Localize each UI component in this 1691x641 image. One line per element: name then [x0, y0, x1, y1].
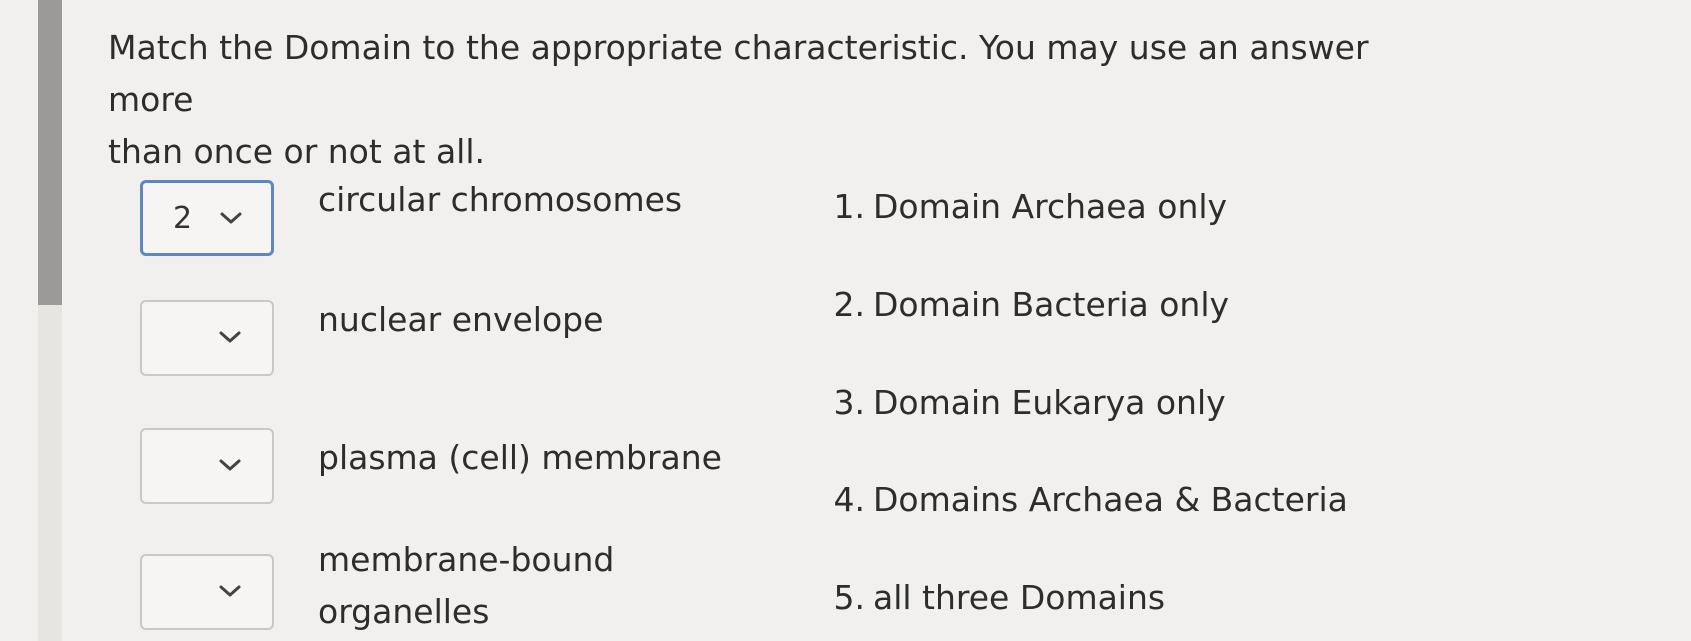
chevron-down-icon — [219, 459, 241, 471]
question-text: Match the Domain to the appropriate char… — [108, 22, 1428, 178]
answer-dropdown-3[interactable] — [140, 428, 274, 504]
answer-item-2: 2. Domain Bacteria only — [805, 283, 1230, 327]
answer-dropdown-2[interactable] — [140, 300, 274, 376]
scrollbar-thumb[interactable] — [38, 0, 62, 305]
answer-item-1: 1. Domain Archaea only — [805, 185, 1228, 229]
answer-item-4: 4. Domains Archaea & Bacteria — [805, 478, 1348, 522]
chevron-down-icon — [220, 212, 242, 224]
answer-text: Domain Archaea only — [873, 187, 1228, 226]
match-label-line-2: organelles — [318, 592, 490, 631]
chevron-down-icon — [219, 331, 241, 343]
answer-number: 5. — [833, 578, 866, 617]
question-line-2: than once or not at all. — [108, 132, 486, 171]
answer-item-3: 3. Domain Eukarya only — [805, 381, 1226, 425]
match-label: circular chromosomes — [318, 180, 683, 219]
answer-text: Domains Archaea & Bacteria — [873, 480, 1348, 519]
answer-text: Domain Bacteria only — [873, 285, 1230, 324]
dropdown-selected-value: 2 — [173, 201, 193, 236]
answer-text: all three Domains — [873, 578, 1166, 617]
answer-dropdown-1[interactable]: 2 — [140, 180, 274, 256]
answer-number: 4. — [833, 480, 866, 519]
answer-number: 3. — [833, 383, 866, 422]
answer-item-5: 5. all three Domains — [805, 576, 1166, 620]
answer-dropdown-4[interactable] — [140, 554, 274, 630]
question-line-1: Match the Domain to the appropriate char… — [108, 28, 1369, 119]
match-label: plasma (cell) membrane — [318, 438, 722, 477]
chevron-down-icon — [219, 585, 241, 597]
answer-number: 1. — [833, 187, 866, 226]
match-label-line-1: membrane-bound — [318, 540, 615, 579]
answer-text: Domain Eukarya only — [873, 383, 1226, 422]
answer-number: 2. — [833, 285, 866, 324]
match-label: nuclear envelope — [318, 300, 604, 339]
